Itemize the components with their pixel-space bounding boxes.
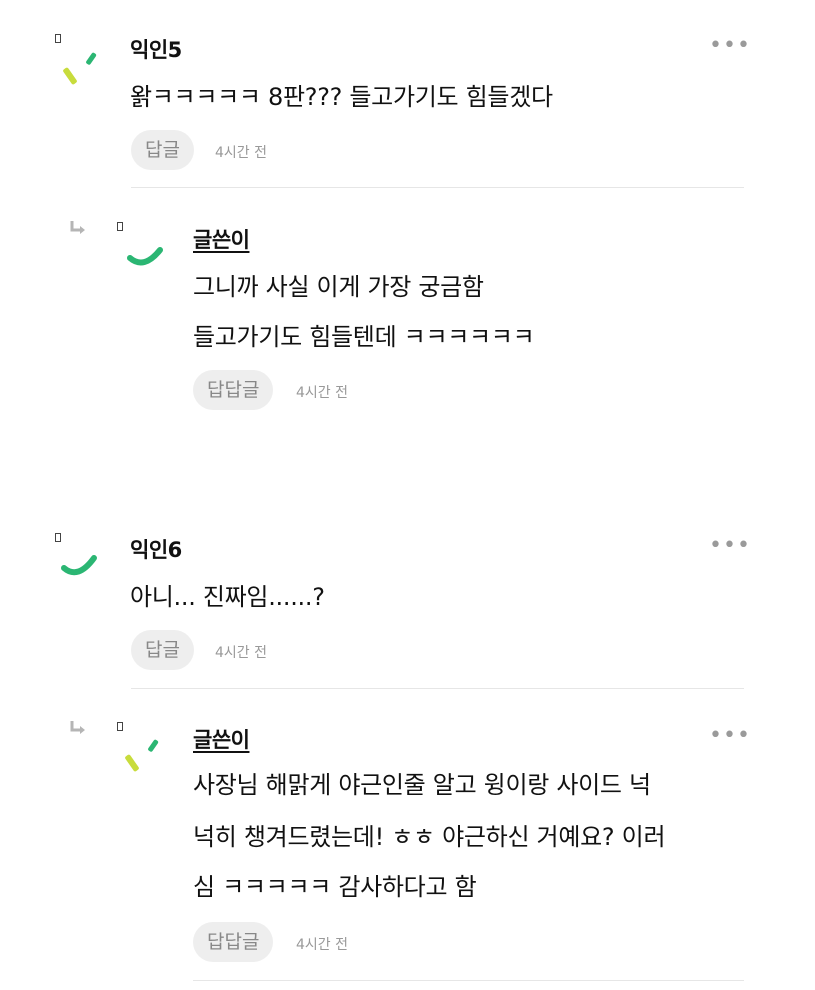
more-options-icon[interactable]: ••• xyxy=(709,535,751,557)
reply-text: 심 ㅋㅋㅋㅋㅋ 감사하다고 함 xyxy=(193,873,477,901)
comment-nickname[interactable]: 익인6 xyxy=(130,534,182,564)
reply-arrow-icon xyxy=(68,718,88,738)
green-smile-avatar[interactable] xyxy=(120,230,176,286)
author-nickname[interactable]: 글쓴이 xyxy=(193,224,250,254)
comment-nickname[interactable]: 익인5 xyxy=(130,34,182,64)
yellow-green-slash-avatar[interactable] xyxy=(120,730,176,786)
reply-text: 사장님 해맑게 야근인줄 알고 윙이랑 사이드 넉 xyxy=(193,771,651,799)
author-nickname[interactable]: 글쓴이 xyxy=(193,724,250,754)
user-badge-icon xyxy=(55,533,61,542)
reply-timestamp: 4시간 전 xyxy=(296,937,348,953)
reply-text: 넉히 챙겨드렸는데! ㅎㅎ 야근하신 거예요? 이러 xyxy=(193,823,666,851)
reply-button[interactable]: 답답글 xyxy=(193,922,274,962)
reply-text: 그니까 사실 이게 가장 궁금함 xyxy=(193,273,484,301)
reply-button[interactable]: 답글 xyxy=(131,630,194,670)
comment-text: 왉ㅋㅋㅋㅋㅋ 8판??? 들고가기도 힘들겠다 xyxy=(130,83,553,111)
divider xyxy=(193,980,744,981)
reply-button[interactable]: 답답글 xyxy=(193,370,274,410)
reply-arrow-icon xyxy=(68,218,88,238)
more-options-icon[interactable]: ••• xyxy=(709,725,751,747)
reply-button[interactable]: 답글 xyxy=(131,130,194,170)
divider xyxy=(131,187,744,188)
comment-timestamp: 4시간 전 xyxy=(215,145,267,161)
reply-timestamp: 4시간 전 xyxy=(296,385,348,401)
reply-text: 들고가기도 힘들텐데 ㅋㅋㅋㅋㅋㅋ xyxy=(193,323,535,351)
green-smile-avatar[interactable] xyxy=(58,542,114,598)
more-options-icon[interactable]: ••• xyxy=(709,35,751,57)
divider xyxy=(131,688,744,689)
comment-text: 아니... 진짜임......? xyxy=(130,583,325,611)
yellow-green-slash-avatar[interactable] xyxy=(58,42,114,98)
comment-timestamp: 4시간 전 xyxy=(215,645,267,661)
